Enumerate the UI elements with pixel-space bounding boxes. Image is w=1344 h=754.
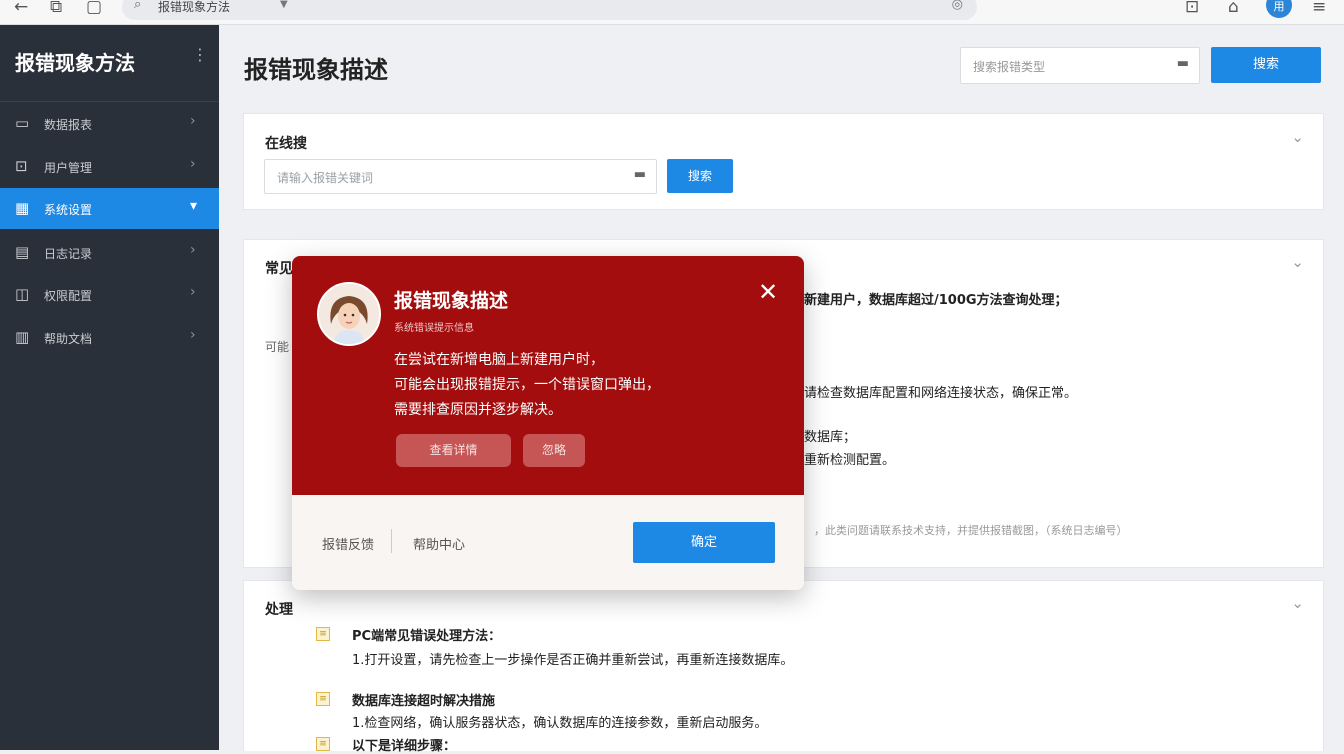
keyboard-icon[interactable]: ▬ [1177, 56, 1189, 71]
ignore-button[interactable]: 忽略 [523, 434, 585, 467]
sidebar-item-reports[interactable]: ▭ 数据报表 › [0, 103, 219, 144]
dialog-footer: 报错反馈 帮助中心 确定 [292, 495, 804, 590]
browser-toolbar: ← ⧉ ▢ ⌕ 报错现象方法 ▼ ◎ ⊡ ⌂ 用 ≡ [0, 0, 1344, 25]
handling-item-head: PC端常见错误处理方法： [352, 629, 502, 644]
chevron-right-icon: › [190, 156, 196, 172]
chevron-down-icon[interactable]: ⌄ [1291, 253, 1304, 271]
sidebar-item-logs[interactable]: ▤ 日志记录 › [0, 232, 219, 273]
error-dialog: 报错现象描述 系统错误提示信息 ✕ 在尝试在新增电脑上新建用户时， 可能会出现报… [292, 256, 804, 590]
sidebar-item-label: 日志记录 [44, 247, 93, 261]
sidebar-item-label: 系统设置 [44, 203, 93, 217]
close-icon[interactable]: ✕ [758, 280, 778, 304]
card-title: 处理 [265, 602, 293, 618]
dialog-message-line: 可能会出现报错提示，一个错误窗口弹出， [394, 377, 660, 393]
sidebar-item-label: 权限配置 [44, 289, 93, 303]
chevron-right-icon: › [190, 327, 196, 343]
sidebar-item-users[interactable]: ⊡ 用户管理 › [0, 146, 219, 187]
support-agent-avatar [317, 282, 381, 346]
note-icon: ≡ [316, 692, 330, 706]
handling-item-detail: 1.检查网络，确认服务器状态，确认数据库的连接参数，重新启动服务。 [352, 716, 768, 731]
sidebar-item-label: 用户管理 [44, 161, 93, 175]
chevron-down-icon[interactable]: ⌄ [1291, 594, 1304, 612]
input-placeholder: 请输入报错关键词 [277, 171, 374, 185]
card-title: 在线搜 [265, 136, 307, 152]
online-search-card: 在线搜 ⌄ 请输入报错关键词 ▬ 搜索 [243, 113, 1324, 210]
lens-icon[interactable]: ◎ [952, 0, 963, 12]
chevron-right-icon: › [190, 284, 196, 300]
tabs-icon[interactable]: ⧉ [50, 0, 62, 20]
issue-line: 新建用户，数据库超过/100G方法查询处理； [804, 293, 1068, 308]
issue-line: 请检查数据库配置和网络连接状态，确保正常。 [804, 386, 1078, 401]
handling-item-head: 数据库连接超时解决措施 [352, 694, 496, 709]
address-text: 报错现象方法 [158, 0, 231, 14]
sidebar-item-icon: ▭ [15, 114, 30, 132]
sidebar-divider [0, 101, 219, 102]
search-icon: ⌕ [134, 0, 142, 12]
header-search-input[interactable]: 搜索报错类型 ▬ [960, 47, 1200, 84]
share-icon[interactable]: ⊡ [1185, 0, 1199, 20]
issue-line: 重新检测配置。 [804, 453, 896, 468]
menu-icon[interactable]: ≡ [1312, 0, 1326, 20]
sidebar-item-permissions[interactable]: ◫ 权限配置 › [0, 274, 219, 315]
header-search-button[interactable]: 搜索 [1211, 47, 1321, 83]
dialog-header: 报错现象描述 系统错误提示信息 ✕ 在尝试在新增电脑上新建用户时， 可能会出现报… [292, 256, 804, 495]
issue-line: 数据库； [804, 430, 857, 445]
dialog-title: 报错现象描述 [394, 290, 509, 312]
footer-divider [391, 529, 392, 553]
sidebar-item-label: 数据报表 [44, 118, 93, 132]
chevron-down-icon: ▾ [190, 198, 198, 214]
confirm-button[interactable]: 确定 [633, 522, 775, 563]
keyword-search-button[interactable]: 搜索 [667, 159, 733, 193]
chevron-down-icon[interactable]: ⌄ [1291, 128, 1304, 146]
back-arrow-icon[interactable]: ← [14, 0, 28, 20]
left-label: 可能 [265, 340, 290, 354]
handling-item-detail: 1.打开设置，请先检查上一步操作是否正确并重新尝试，再重新连接数据库。 [352, 653, 794, 668]
note-icon: ≡ [316, 737, 330, 751]
address-bar[interactable]: ⌕ 报错现象方法 ▼ ◎ [122, 0, 977, 20]
dialog-message-line: 需要排查原因并逐步解决。 [394, 402, 562, 418]
feedback-link[interactable]: 报错反馈 [322, 534, 374, 553]
chevron-right-icon: › [190, 242, 196, 258]
sidebar-item-icon: ⊡ [15, 157, 28, 175]
note-icon: ≡ [316, 627, 330, 641]
sidebar-item-icon: ▥ [15, 328, 30, 346]
keyword-search-input[interactable]: 请输入报错关键词 ▬ [264, 159, 657, 194]
handling-item-head: 以下是详细步骤： [352, 739, 457, 754]
sidebar-item-icon: ▤ [15, 243, 30, 261]
dialog-subtitle: 系统错误提示信息 [394, 323, 474, 334]
keyboard-icon[interactable]: ▬ [634, 167, 646, 182]
card-title: 常见 [265, 261, 293, 277]
handling-card: 处理 ⌄ ≡ PC端常见错误处理方法： 1.打开设置，请先检查上一步操作是否正确… [243, 580, 1324, 754]
chevron-right-icon: › [190, 113, 196, 129]
sidebar-item-icon: ◫ [15, 285, 30, 303]
user-avatar[interactable]: 用 [1266, 0, 1292, 18]
more-vertical-icon[interactable]: ⋮ [192, 45, 208, 64]
dialog-message-line: 在尝试在新增电脑上新建用户时， [394, 352, 604, 368]
sidebar-item-help[interactable]: ▥ 帮助文档 › [0, 317, 219, 358]
search-placeholder: 搜索报错类型 [973, 60, 1046, 74]
faint-note: ，此类问题请联系技术支持，并提供报错截图，（系统日志编号） [814, 524, 1128, 537]
help-center-link[interactable]: 帮助中心 [413, 534, 465, 553]
bookmark-icon[interactable]: ▢ [86, 0, 102, 20]
sidebar-item-label: 帮助文档 [44, 332, 93, 346]
sidebar-item-settings[interactable]: ▦ 系统设置 ▾ [0, 188, 219, 229]
sidebar: 报错现象方法 ⋮ ▭ 数据报表 › ⊡ 用户管理 › ▦ 系统设置 ▾ ▤ 日志… [0, 25, 219, 750]
home-icon[interactable]: ⌂ [1228, 0, 1239, 20]
sidebar-title: 报错现象方法 [15, 51, 135, 75]
chevron-down-icon[interactable]: ▼ [280, 0, 288, 10]
sidebar-item-icon: ▦ [15, 199, 30, 217]
page-title: 报错现象描述 [244, 56, 388, 84]
view-details-button[interactable]: 查看详情 [396, 434, 511, 467]
